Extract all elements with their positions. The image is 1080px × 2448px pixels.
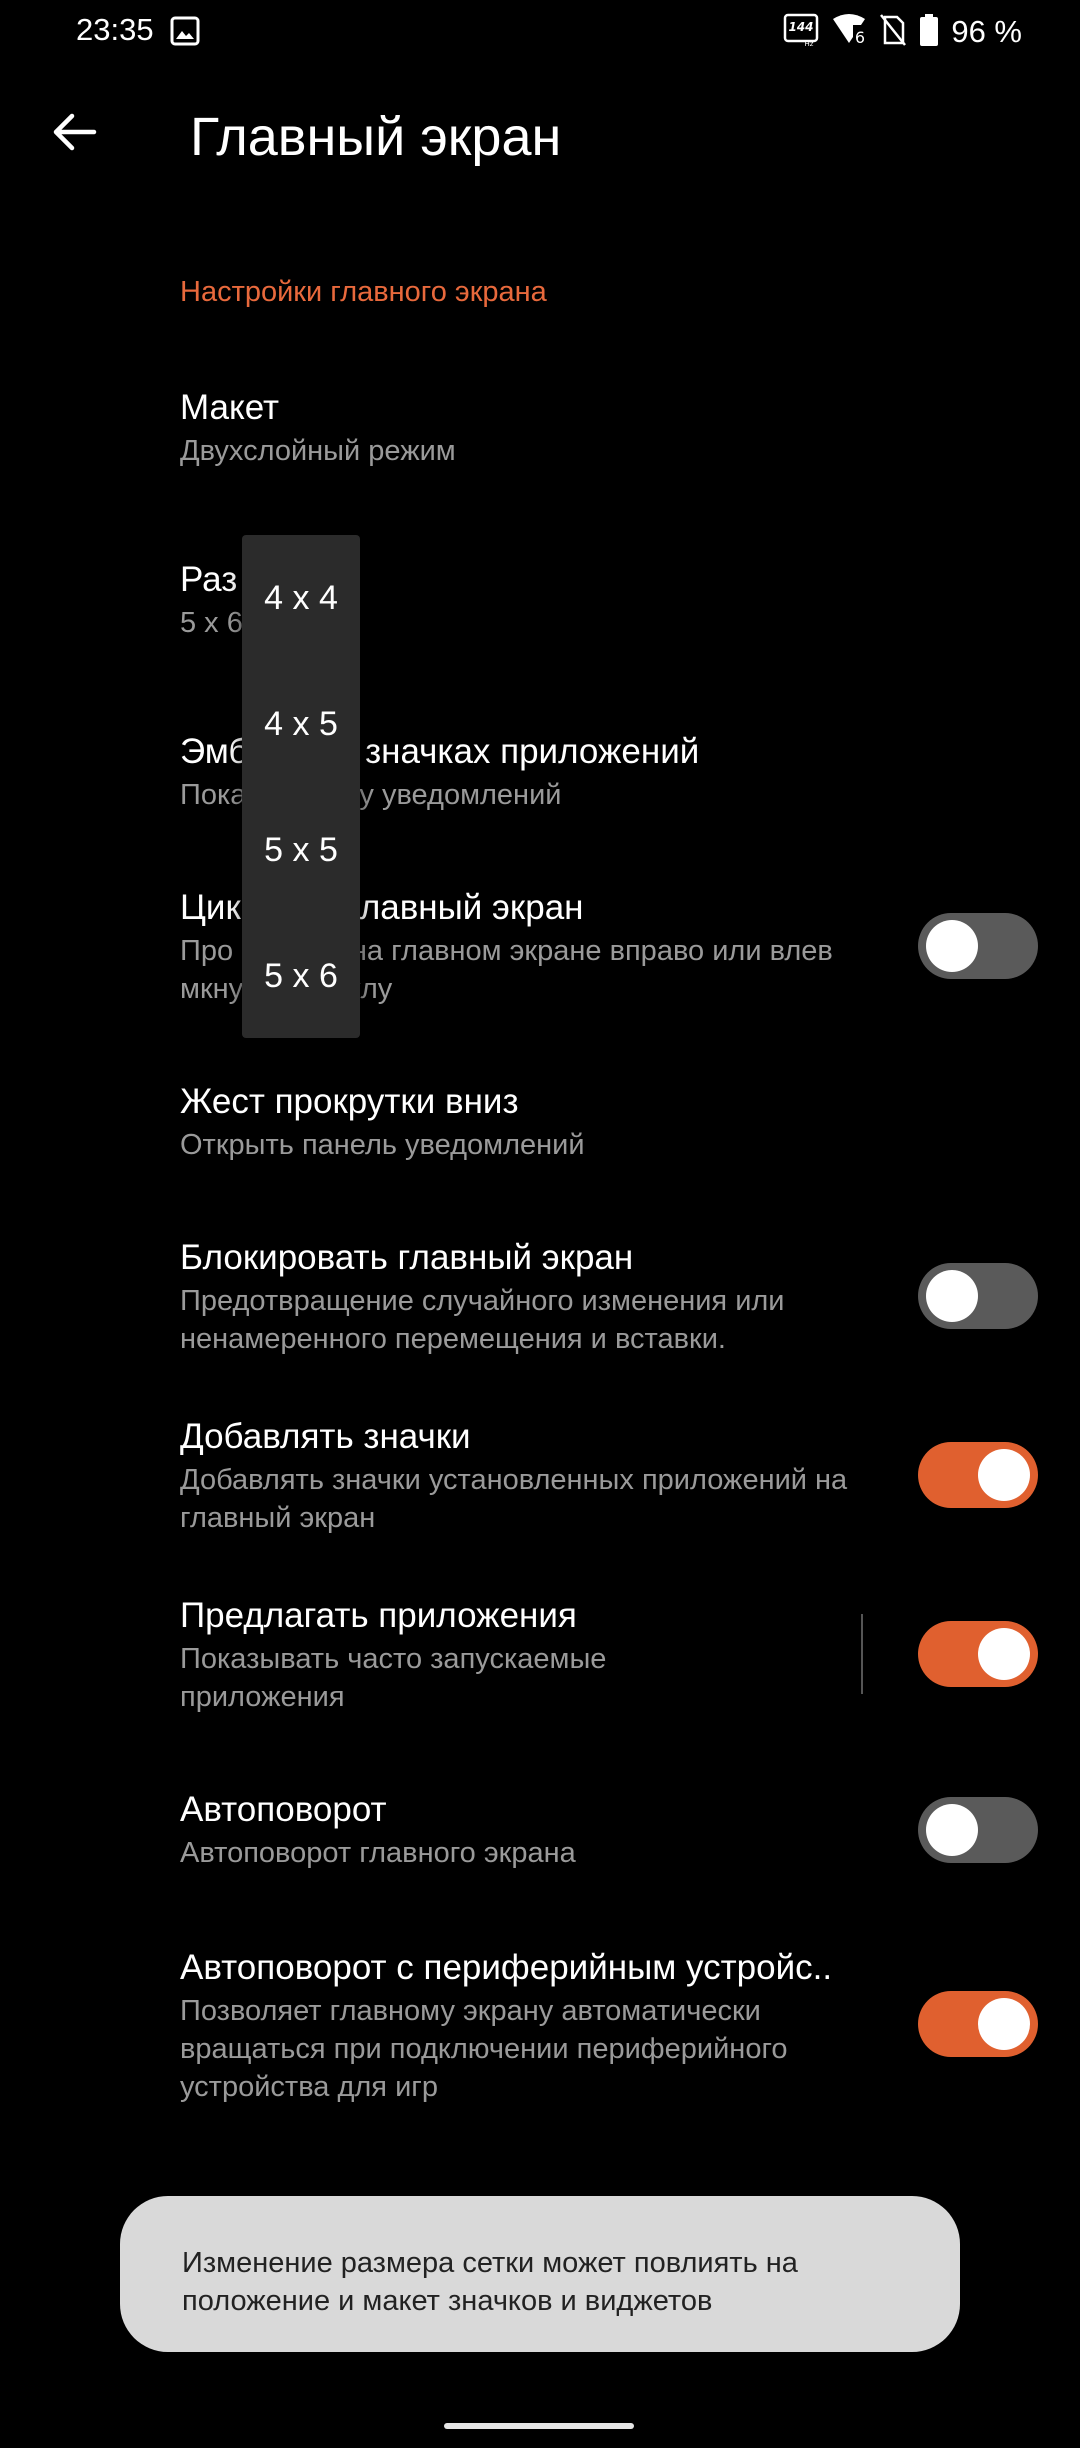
auto-rotate-toggle[interactable] [918, 1797, 1038, 1863]
grid-size-dropdown: 4 x 4 4 x 5 5 x 5 5 x 6 [242, 535, 360, 1038]
toast-message: Изменение размера сетки может повлиять н… [182, 2247, 798, 2317]
status-time: 23:35 [76, 12, 154, 47]
toggle-knob [926, 920, 978, 972]
refresh-rate-unit: Hz [805, 40, 814, 47]
toast: Изменение размера сетки может повлиять н… [120, 2196, 960, 2352]
status-icons: 144 Hz 6 96 % [783, 12, 1022, 52]
setting-title: Блокировать главный экран [180, 1238, 634, 1277]
setting-title: Автоповорот [180, 1790, 387, 1829]
setting-title: Жест прокрутки вниз [180, 1082, 519, 1121]
setting-add-icons[interactable]: Добавлять значки Добавлять значки устано… [180, 1415, 1040, 1537]
auto-rotate-peripheral-toggle[interactable] [918, 1991, 1038, 2057]
setting-title: Макет [180, 388, 280, 427]
setting-suggest-apps[interactable]: Предлагать приложения Показывать часто з… [180, 1594, 1040, 1716]
loop-home-toggle[interactable] [918, 913, 1038, 979]
setting-layout[interactable]: Макет Двухслойный режим [180, 386, 1040, 470]
image-icon [170, 16, 200, 46]
wifi-6-icon: 6 [831, 13, 868, 52]
add-icons-toggle[interactable] [918, 1442, 1038, 1508]
setting-auto-rotate[interactable]: Автоповорот Автоповорот главного экрана [180, 1788, 1040, 1872]
status-bar: 23:35 144 Hz 6 96 % [0, 0, 1080, 64]
divider [861, 1614, 863, 1694]
back-button[interactable] [40, 100, 108, 168]
page-title: Главный экран [190, 107, 562, 167]
arrow-left-icon [50, 108, 98, 161]
setting-summary: Добавлять значки установленных приложени… [180, 1464, 848, 1534]
dropdown-option-5x6[interactable]: 5 x 6 [242, 951, 360, 1001]
suggest-apps-toggle[interactable] [918, 1621, 1038, 1687]
toggle-knob [926, 1804, 978, 1856]
setting-swipe-down[interactable]: Жест прокрутки вниз Открыть панель уведо… [180, 1080, 1040, 1164]
toggle-knob [978, 1998, 1030, 2050]
battery-percent: 96 % [951, 14, 1022, 49]
refresh-rate-value: 144 [789, 20, 814, 34]
toggle-knob [978, 1449, 1030, 1501]
dropdown-option-5x5[interactable]: 5 x 5 [242, 825, 360, 875]
section-header: Настройки главного экрана [180, 276, 547, 308]
gesture-bar[interactable] [444, 2423, 634, 2429]
wifi-6-label: 6 [855, 28, 865, 47]
setting-summary: Открыть панель уведомлений [180, 1129, 585, 1161]
setting-summary: Автоповорот главного экрана [180, 1837, 576, 1869]
setting-summary: Двухслойный режим [180, 435, 456, 467]
setting-title: Предлагать приложения [180, 1596, 577, 1635]
dropdown-option-4x4[interactable]: 4 x 4 [242, 573, 360, 623]
setting-title: Автоповорот с периферийным устройс.. [180, 1948, 833, 1987]
battery-icon [919, 13, 939, 52]
dropdown-option-4x5[interactable]: 4 x 5 [242, 699, 360, 749]
setting-summary: Предотвращение случайного изменения или … [180, 1285, 785, 1355]
refresh-rate-icon: 144 Hz [783, 13, 819, 52]
setting-lock-home[interactable]: Блокировать главный экран Предотвращение… [180, 1236, 1040, 1358]
lock-home-toggle[interactable] [918, 1263, 1038, 1329]
no-sim-icon [879, 13, 907, 52]
toggle-knob [926, 1270, 978, 1322]
setting-auto-rotate-peripheral[interactable]: Автоповорот с периферийным устройс.. Поз… [180, 1946, 1040, 2106]
setting-summary: Позволяет главному экрану автоматически … [180, 1995, 788, 2103]
setting-title: Добавлять значки [180, 1417, 471, 1456]
setting-summary: Показывать часто запускаемые приложения [180, 1643, 607, 1713]
toggle-knob [978, 1628, 1030, 1680]
